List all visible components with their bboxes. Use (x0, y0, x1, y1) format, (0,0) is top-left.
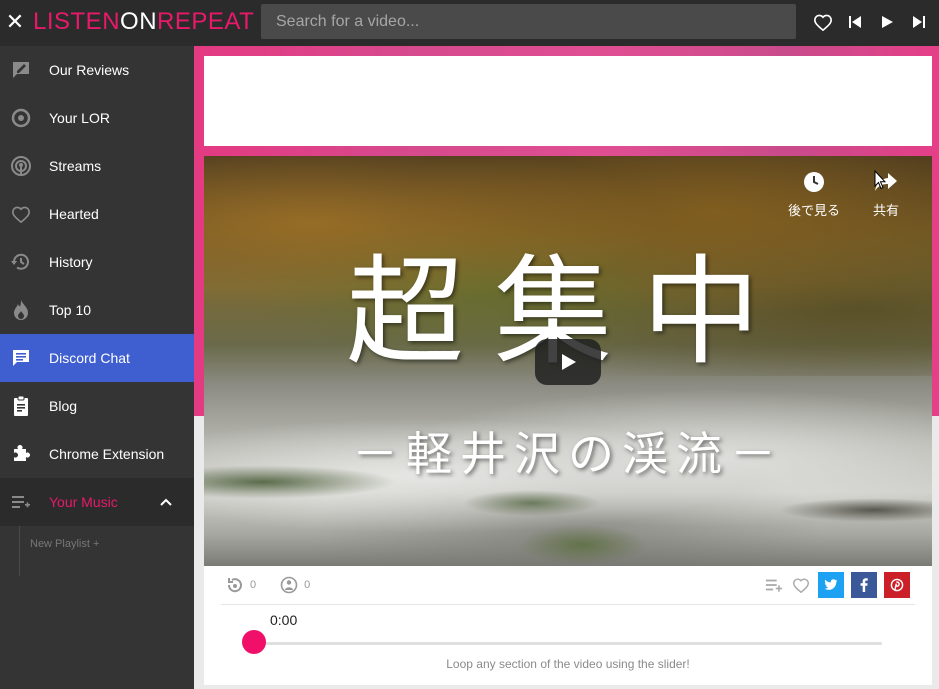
podcast-icon (10, 155, 32, 177)
play-icon[interactable] (876, 11, 898, 33)
sidebar-item-blog[interactable]: Blog (0, 382, 194, 430)
repeat-count-icon (226, 576, 244, 594)
top-bar: ✕ LISTEN ON REPEAT (0, 0, 939, 46)
logo-on: ON (120, 8, 158, 35)
sidebar-item-label: Top 10 (49, 302, 92, 318)
main-content: 超集中 －軽井沢の渓流－ 後で見る 共有 0 0 0:00 Loop any s… (194, 46, 939, 689)
video-title-sub: －軽井沢の渓流－ (352, 427, 784, 481)
watch-later-label: 後で見る (787, 203, 840, 218)
loop-icon (10, 107, 32, 129)
sidebar-item-label: Chrome Extension (49, 446, 165, 462)
pinterest-share-button[interactable] (884, 572, 910, 598)
history-icon (10, 251, 32, 273)
video-play-button[interactable] (535, 339, 601, 385)
repeat-count: 0 (250, 579, 257, 591)
sidebar-item-label: Streams (49, 158, 102, 174)
heart-icon[interactable] (791, 575, 811, 595)
sidebar-item-your-lor[interactable]: Your LOR (0, 94, 194, 142)
pinterest-icon (890, 578, 904, 592)
ad-banner (204, 56, 932, 146)
skip-previous-icon[interactable] (844, 11, 866, 33)
logo-repeat: REPEAT (157, 8, 255, 35)
playlist-icon (10, 491, 32, 513)
loop-slider-handle[interactable] (242, 630, 266, 654)
close-icon[interactable]: ✕ (5, 10, 25, 34)
play-icon (562, 354, 576, 370)
video-actions (764, 572, 910, 598)
clock-icon (800, 168, 828, 196)
facebook-share-button[interactable] (851, 572, 877, 598)
sidebar-item-top-10[interactable]: Top 10 (0, 286, 194, 334)
facebook-icon (860, 578, 868, 592)
sidebar-item-our-reviews[interactable]: Our Reviews (0, 46, 194, 94)
playlist-area: New Playlist + (19, 526, 194, 576)
sidebar-item-hearted[interactable]: Hearted (0, 190, 194, 238)
loop-hint: Loop any section of the video using the … (446, 657, 690, 671)
current-time: 0:00 (270, 612, 298, 628)
sidebar-item-label: Your Music (49, 494, 118, 510)
sidebar-item-label: Your LOR (49, 110, 110, 126)
skip-next-icon[interactable] (908, 11, 930, 33)
twitter-icon (824, 579, 838, 590)
logo[interactable]: LISTEN ON REPEAT (33, 8, 254, 36)
logo-listen: LISTEN (33, 8, 121, 35)
sidebar-item-streams[interactable]: Streams (0, 142, 194, 190)
sidebar-item-label: Hearted (49, 206, 99, 222)
sidebar-item-label: History (49, 254, 93, 270)
search-input[interactable] (261, 4, 796, 39)
new-playlist-link[interactable]: New Playlist + (30, 538, 99, 550)
divider (221, 604, 915, 605)
flame-icon (10, 299, 32, 321)
loop-controls-panel: 0 0 0:00 Loop any section of the video u… (204, 566, 932, 685)
sidebar-item-your-music[interactable]: Your Music (0, 478, 194, 526)
sidebar-item-discord-chat[interactable]: Discord Chat (0, 334, 194, 382)
mouse-cursor-icon (874, 170, 886, 190)
sidebar-item-label: Our Reviews (49, 62, 130, 78)
chat-icon (10, 347, 32, 369)
rate-review-icon (10, 59, 32, 81)
share-button[interactable]: 共有 (864, 168, 908, 219)
listeners-count: 0 (304, 579, 311, 591)
twitter-share-button[interactable] (818, 572, 844, 598)
sidebar-item-label: Discord Chat (49, 350, 130, 366)
puzzle-icon (10, 443, 32, 465)
sidebar-item-chrome-extension[interactable]: Chrome Extension (0, 430, 194, 478)
video-player[interactable]: 超集中 －軽井沢の渓流－ 後で見る 共有 (204, 156, 932, 566)
player-controls (812, 11, 939, 33)
share-label: 共有 (872, 203, 899, 218)
loop-slider-track[interactable] (254, 642, 882, 645)
video-stats: 0 0 (226, 576, 310, 594)
heart-icon (10, 203, 32, 225)
sidebar: Our Reviews Your LOR Streams Hearted His… (0, 46, 194, 689)
watch-later-button[interactable]: 後で見る (780, 168, 848, 219)
add-to-playlist-icon[interactable] (764, 575, 784, 595)
sidebar-item-label: Blog (49, 398, 78, 414)
clipboard-icon (10, 395, 32, 417)
sidebar-item-history[interactable]: History (0, 238, 194, 286)
heart-icon[interactable] (812, 11, 834, 33)
chevron-up-icon[interactable] (158, 494, 174, 510)
listeners-icon (280, 576, 298, 594)
